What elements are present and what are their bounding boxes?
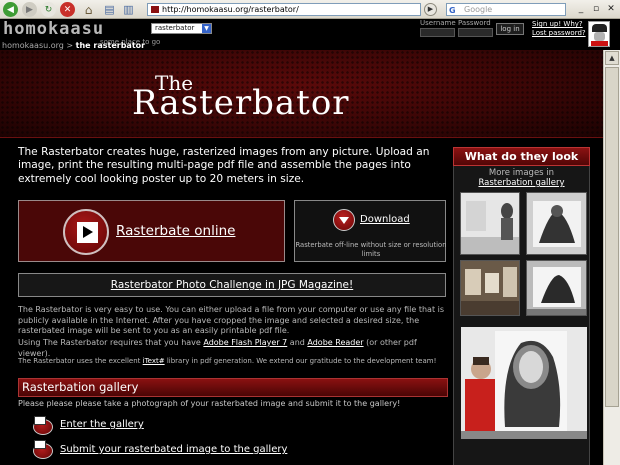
credits-paragraph: The Rasterbator uses the excellent iText… xyxy=(18,356,446,367)
download-box[interactable]: Download Rasterbate off-line without siz… xyxy=(294,200,447,262)
download-description: Rasterbate off-line without size or reso… xyxy=(295,241,447,258)
rasterbate-online-label[interactable]: Rasterbate online xyxy=(116,223,235,239)
breadcrumb-current: the rasterbator xyxy=(75,41,146,50)
reload-icon[interactable]: ↻ xyxy=(41,2,56,17)
history-icon[interactable]: ▥ xyxy=(121,2,136,17)
credits-prefix: The Rasterbator uses the excellent xyxy=(18,357,143,365)
itext-link[interactable]: iText# xyxy=(143,357,165,365)
requirements-prefix: Using The Rasterbator requires that you … xyxy=(18,338,204,347)
password-label: Password xyxy=(458,19,491,27)
adobe-reader-link[interactable]: Adobe Reader xyxy=(307,338,363,347)
gallery-heading: Rasterbation gallery xyxy=(18,378,448,397)
browser-toolbar: ◀ ▶ ↻ ✕ ⌂ ▤ ▥ http://homokaasu.org/raste… xyxy=(0,0,620,19)
photo-challenge-link[interactable]: Rasterbator Photo Challenge in JPG Magaz… xyxy=(111,279,353,291)
favicon-icon xyxy=(151,6,159,13)
password-field[interactable] xyxy=(458,28,493,37)
search-placeholder: Google xyxy=(464,5,493,14)
gallery-thumbnail[interactable] xyxy=(526,260,587,316)
page-banner: The Rasterbator xyxy=(0,50,603,138)
download-icon xyxy=(333,209,355,231)
photo-challenge-button[interactable]: Rasterbator Photo Challenge in JPG Magaz… xyxy=(18,273,446,297)
credits-suffix: library in pdf generation. We extend our… xyxy=(164,357,437,365)
gallery-thumbnail[interactable] xyxy=(526,192,587,255)
lost-password-link[interactable]: Lost password? xyxy=(532,29,586,37)
address-url: http://homokaasu.org/rasterbator/ xyxy=(162,5,299,14)
usage-paragraph: The Rasterbator is very easy to use. You… xyxy=(18,305,445,335)
scrollbar[interactable]: ▲ xyxy=(603,50,620,465)
search-input[interactable]: G Google xyxy=(446,3,566,16)
avatar xyxy=(588,21,610,47)
signup-link[interactable]: Sign up! Why? xyxy=(532,20,583,28)
minimize-icon[interactable]: _ xyxy=(574,2,588,16)
username-label: Username xyxy=(420,19,456,27)
scrollbar-thumb[interactable] xyxy=(605,67,619,407)
sidebar-heading: What do they look like? xyxy=(453,147,590,180)
chevron-down-icon: ▼ xyxy=(202,24,211,33)
enter-gallery-link[interactable]: Enter the gallery xyxy=(60,419,144,430)
flash-player-link[interactable]: Adobe Flash Player 7 xyxy=(203,338,287,347)
gallery-text: Please please please take a photograph o… xyxy=(18,399,401,408)
close-icon[interactable]: ✕ xyxy=(604,2,618,16)
breadcrumb-parent[interactable]: homokaasu.org xyxy=(2,41,64,50)
section-select[interactable]: rasterbator ▼ xyxy=(151,23,212,34)
gallery-thumbnail[interactable] xyxy=(460,260,520,316)
breadcrumb-separator: > xyxy=(63,41,76,50)
requirements-and: and xyxy=(287,338,308,347)
gallery-thumbnail[interactable] xyxy=(460,192,520,255)
maximize-icon[interactable]: ▫ xyxy=(589,2,603,16)
rasterbate-online-button[interactable]: Rasterbate online xyxy=(18,200,285,262)
site-logo[interactable]: homokaasu xyxy=(3,19,104,39)
address-bar[interactable]: http://homokaasu.org/rasterbator/ xyxy=(147,3,421,16)
submit-gallery-link[interactable]: Submit your rasterbated image to the gal… xyxy=(60,444,287,455)
bookmarks-icon[interactable]: ▤ xyxy=(102,2,117,17)
featured-gallery-photo[interactable] xyxy=(461,327,587,439)
stop-icon[interactable]: ✕ xyxy=(60,2,75,17)
page-title: Rasterbator xyxy=(132,83,350,123)
username-field[interactable] xyxy=(420,28,455,37)
home-icon[interactable]: ⌂ xyxy=(81,2,96,17)
download-link[interactable]: Download xyxy=(360,214,410,225)
forward-button[interactable]: ▶ xyxy=(22,2,37,17)
intro-text: The Rasterbator creates huge, rasterized… xyxy=(18,146,430,185)
login-button[interactable]: log in xyxy=(496,23,524,35)
sidebar-gallery-link[interactable]: Rasterbation gallery xyxy=(453,178,590,188)
scroll-up-icon[interactable]: ▲ xyxy=(605,51,619,65)
sidebar-more-images: More images in xyxy=(488,168,555,178)
play-icon xyxy=(63,209,109,255)
gallery-enter-icon xyxy=(33,416,55,436)
google-search-icon: G xyxy=(449,6,456,15)
breadcrumb: homokaasu.org > the rasterbator xyxy=(2,41,145,50)
go-button[interactable]: ▶ xyxy=(424,3,437,16)
gallery-submit-icon xyxy=(33,440,55,460)
section-select-value: rasterbator xyxy=(155,24,195,32)
back-button[interactable]: ◀ xyxy=(3,2,18,17)
